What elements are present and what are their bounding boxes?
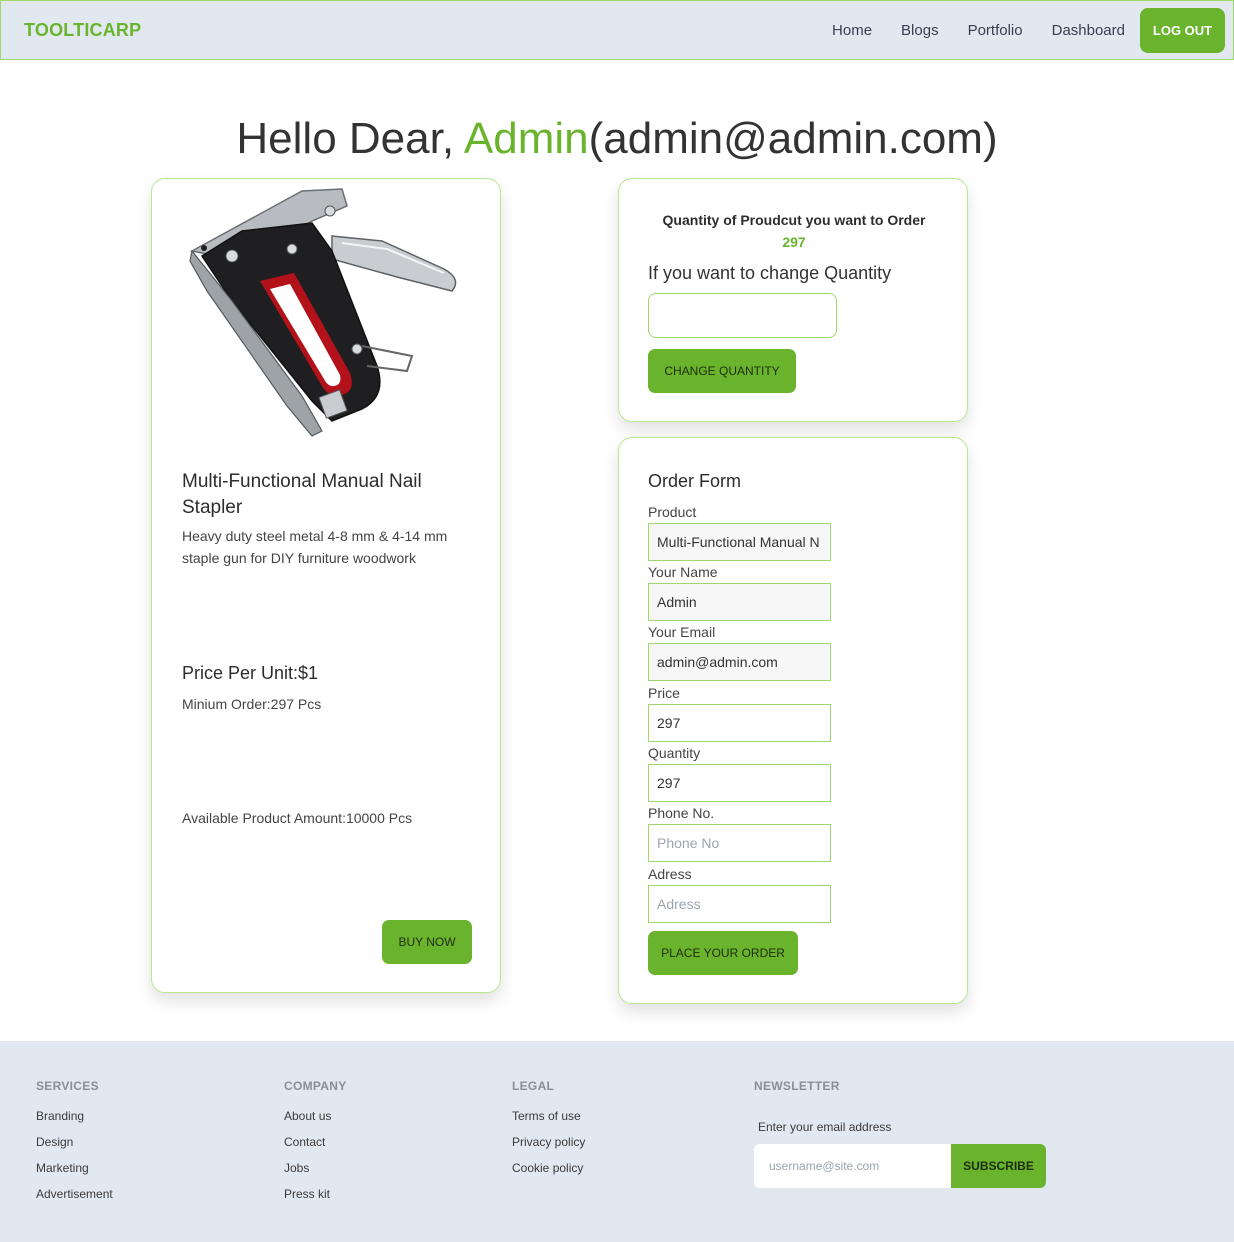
brand-logo[interactable]: TOOLTICARP [24, 20, 141, 41]
product-price: Price Per Unit:$1 [182, 663, 319, 683]
nav-link-home[interactable]: Home [832, 22, 872, 39]
quantity-value: 297 [782, 234, 806, 250]
quantity-change-label: If you want to change Quantity [648, 263, 892, 283]
product-title: Multi-Functional Manual Nail Stapler [182, 471, 422, 518]
nav-link-portfolio[interactable]: Portfolio [968, 22, 1023, 39]
page-title: Hello Dear, Admin(admin@admin.com) [0, 114, 1234, 164]
footer-link-jobs[interactable]: Jobs [284, 1161, 347, 1187]
quantity-label: Quantity [648, 745, 701, 761]
product-label: Product [648, 504, 697, 520]
buy-now-button[interactable]: BUY NOW [382, 920, 472, 964]
footer-legal-heading: LEGAL [512, 1079, 555, 1093]
address-field[interactable]: Adress [648, 885, 831, 923]
greeting-email: (admin@admin.com) [588, 114, 998, 163]
quantity-title: Quantity of Proudcut you want to Order [662, 212, 926, 228]
product-card: Multi-Functional Manual Nail Stapler Hea… [151, 178, 501, 993]
footer-link-advertisement[interactable]: Advertisement [36, 1187, 113, 1213]
footer-legal: LEGAL Terms of use Privacy policy Cookie… [512, 1079, 585, 1187]
email-label: Your Email [648, 624, 716, 640]
footer-newsletter: NEWSLETTER [754, 1079, 840, 1109]
footer-link-branding[interactable]: Branding [36, 1109, 113, 1135]
footer-link-contact[interactable]: Contact [284, 1135, 347, 1161]
quantity-input[interactable] [648, 293, 837, 338]
newsletter-label: Enter your email address [758, 1120, 892, 1134]
footer-services-heading: SERVICES [36, 1079, 99, 1093]
footer-company-heading: COMPANY [284, 1079, 347, 1093]
footer-link-privacy[interactable]: Privacy policy [512, 1135, 585, 1161]
product-description: Heavy duty steel metal 4-8 mm & 4-14 mm … [182, 528, 448, 566]
product-field[interactable]: Multi-Functional Manual N [648, 523, 831, 561]
nav-link-dashboard[interactable]: Dashboard [1052, 22, 1125, 39]
stapler-image [189, 188, 457, 437]
footer-link-marketing[interactable]: Marketing [36, 1161, 113, 1187]
name-field[interactable]: Admin [648, 583, 831, 621]
footer-link-press-kit[interactable]: Press kit [284, 1187, 347, 1213]
footer-company: COMPANY About us Contact Jobs Press kit [284, 1079, 347, 1213]
order-form-card: Order Form Product Multi-Functional Manu… [618, 437, 968, 1004]
product-available: Available Product Amount:10000 Pcs [182, 810, 413, 826]
footer-services: SERVICES Branding Design Marketing Adver… [36, 1079, 113, 1213]
subscribe-button[interactable]: SUBSCRIBE [951, 1144, 1046, 1188]
greeting-prefix: Hello Dear, [236, 114, 464, 163]
product-min-order: Minium Order:297 Pcs [182, 696, 322, 712]
navbar: TOOLTICARP Home Blogs Portfolio Dashboar… [0, 0, 1234, 60]
logout-button[interactable]: LOG OUT [1140, 8, 1225, 53]
address-label: Adress [648, 866, 692, 882]
footer-link-about[interactable]: About us [284, 1109, 347, 1135]
nav-link-blogs[interactable]: Blogs [901, 22, 939, 39]
nav-links: Home Blogs Portfolio Dashboard LOG OUT [832, 8, 1225, 53]
email-field[interactable]: admin@admin.com [648, 643, 831, 681]
phone-field[interactable]: Phone No [648, 824, 831, 862]
name-label: Your Name [648, 564, 718, 580]
quantity-field[interactable]: 297 [648, 764, 831, 802]
change-quantity-button[interactable]: CHANGE QUANTITY [648, 349, 796, 393]
footer: SERVICES Branding Design Marketing Adver… [0, 1041, 1234, 1242]
place-order-button[interactable]: PLACE YOUR ORDER [648, 931, 798, 975]
greeting-name: Admin [463, 114, 589, 163]
price-label: Price [648, 685, 680, 701]
order-form-title: Order Form [648, 471, 742, 491]
footer-newsletter-heading: NEWSLETTER [754, 1079, 840, 1093]
newsletter-email-input[interactable]: username@site.com [754, 1144, 952, 1188]
price-field[interactable]: 297 [648, 704, 831, 742]
footer-link-cookie[interactable]: Cookie policy [512, 1161, 585, 1187]
footer-link-terms[interactable]: Terms of use [512, 1109, 585, 1135]
phone-label: Phone No. [648, 805, 715, 821]
quantity-card: Quantity of Proudcut you want to Order 2… [618, 178, 968, 422]
footer-link-design[interactable]: Design [36, 1135, 113, 1161]
